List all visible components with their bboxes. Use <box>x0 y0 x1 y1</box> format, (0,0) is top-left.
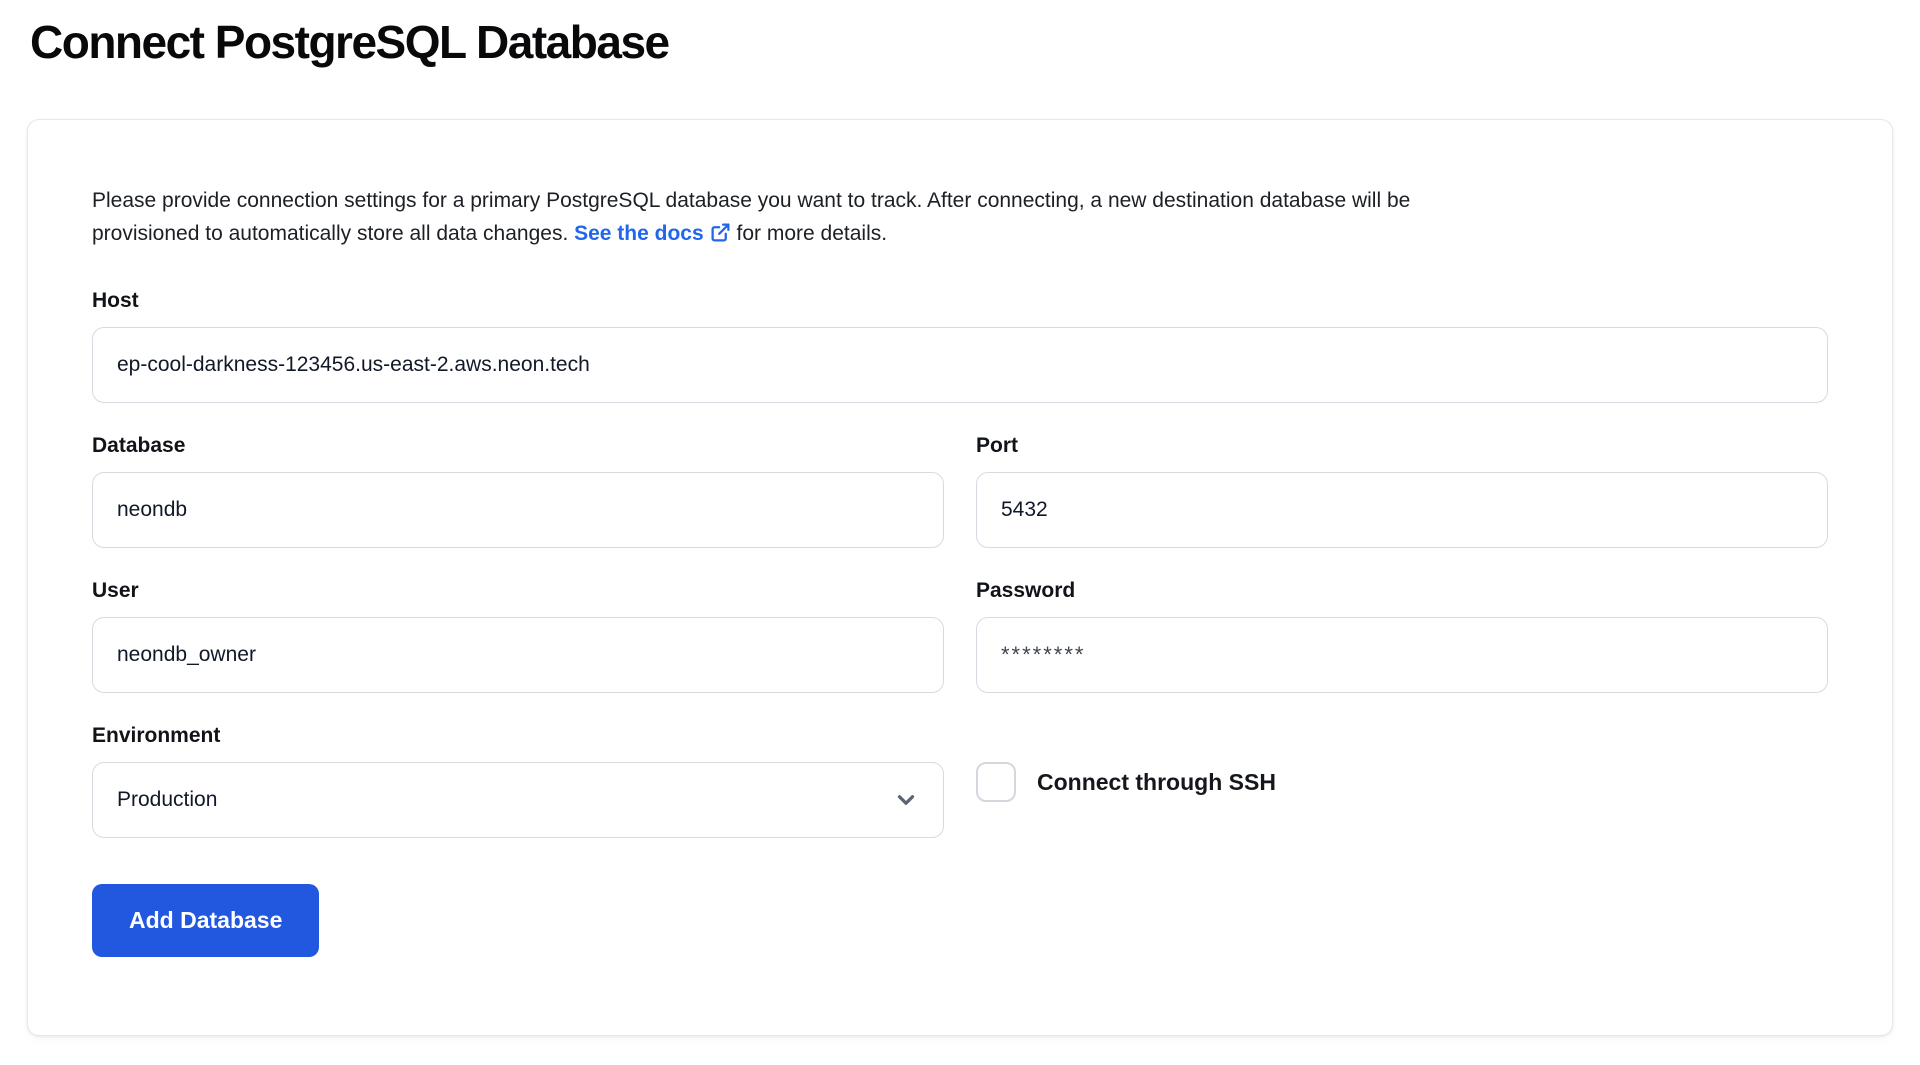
user-label: User <box>92 578 944 603</box>
password-field: Password <box>976 578 1828 693</box>
see-the-docs-link[interactable]: See the docs <box>574 222 731 245</box>
add-database-button[interactable]: Add Database <box>92 884 319 957</box>
database-input[interactable] <box>92 472 944 548</box>
connection-form-card: Please provide connection settings for a… <box>27 119 1893 1036</box>
port-field: Port <box>976 433 1828 548</box>
chevron-down-icon <box>893 787 919 813</box>
description-line-2-tail: for more details. <box>731 222 887 245</box>
page-title: Connect PostgreSQL Database <box>30 16 1920 69</box>
environment-ssh-row: Environment Production Connect through S… <box>92 723 1828 838</box>
see-the-docs-label: See the docs <box>574 222 704 245</box>
database-field: Database <box>92 433 944 548</box>
host-field: Host <box>92 288 1828 403</box>
environment-field: Environment Production <box>92 723 944 838</box>
description-line-2-text: provisioned to automatically store all d… <box>92 222 574 245</box>
description-line-1: Please provide connection settings for a… <box>92 184 1828 217</box>
database-label: Database <box>92 433 944 458</box>
ssh-checkbox-label: Connect through SSH <box>1037 769 1276 796</box>
environment-select[interactable]: Production <box>92 762 944 838</box>
database-port-row: Database Port <box>92 433 1828 548</box>
host-label: Host <box>92 288 1828 313</box>
form-description: Please provide connection settings for a… <box>92 184 1828 250</box>
host-input[interactable] <box>92 327 1828 403</box>
user-password-row: User Password <box>92 578 1828 693</box>
ssh-checkbox[interactable] <box>976 762 1016 802</box>
port-input[interactable] <box>976 472 1828 548</box>
password-label: Password <box>976 578 1828 603</box>
connect-database-page: Connect PostgreSQL Database Please provi… <box>0 0 1920 1065</box>
description-line-2: provisioned to automatically store all d… <box>92 217 1828 250</box>
port-label: Port <box>976 433 1828 458</box>
user-input[interactable] <box>92 617 944 693</box>
password-input[interactable] <box>976 617 1828 693</box>
environment-label: Environment <box>92 723 944 748</box>
ssh-checkbox-row[interactable]: Connect through SSH <box>976 723 1828 802</box>
external-link-icon <box>710 222 731 243</box>
environment-selected-value: Production <box>117 788 217 812</box>
user-field: User <box>92 578 944 693</box>
